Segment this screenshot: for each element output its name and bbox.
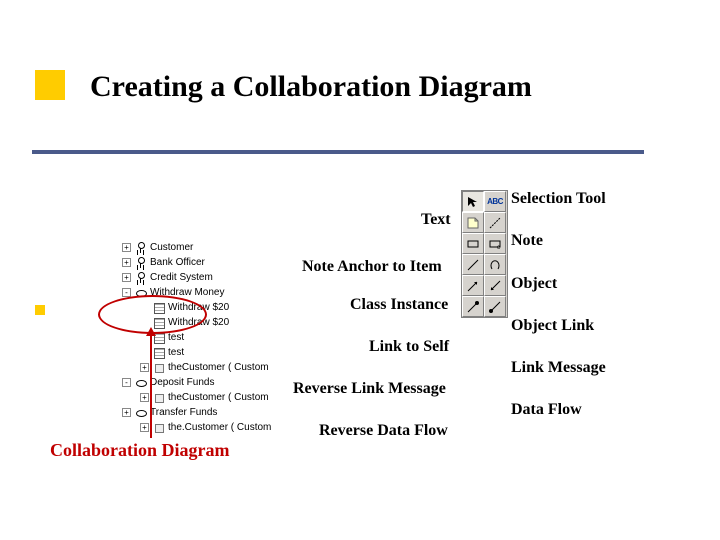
label-object-link: Object Link [511,317,594,335]
tree-item[interactable]: test [110,345,295,360]
oval-icon [135,287,147,299]
collapse-icon[interactable]: - [122,378,131,387]
reverse-link-msg[interactable] [484,275,506,296]
selection-tool[interactable] [462,191,484,212]
label-text: Text [421,211,451,229]
reverse-link-msg-icon [488,279,502,293]
anchor-tool-icon [488,216,502,230]
cube-icon [153,422,165,434]
object-tool-icon [466,237,480,251]
link-message-icon [466,279,480,293]
oval-icon [135,377,147,389]
expand-icon[interactable]: + [122,258,131,267]
expand-icon[interactable]: + [122,273,131,282]
tree-item[interactable]: + Customer [110,240,295,255]
tree-item-label: Customer [150,240,193,255]
label-reverse-link-message: Reverse Link Message [293,380,446,398]
tree-item[interactable]: + Bank Officer [110,255,295,270]
tree-item[interactable]: test [110,330,295,345]
note-tool-icon [466,216,480,230]
diagram-icon [153,347,165,359]
note-tool[interactable] [462,212,484,233]
tree-item[interactable]: + the.Customer ( Custom [110,420,295,435]
expand-icon[interactable]: + [140,363,149,372]
label-reverse-data-flow: Reverse Data Flow [319,422,448,440]
tree-item-label: the.Customer ( Custom [168,420,271,435]
reverse-data-flow[interactable] [484,296,506,317]
diagram-icon [153,302,165,314]
tree-item-label: Withdraw Money [150,285,224,300]
tree-item-label: test [168,330,184,345]
label-class-instance: Class Instance [350,296,448,314]
tree-item[interactable]: + theCustomer ( Custom [110,390,295,405]
accent-block [35,70,65,100]
page-title: Creating a Collaboration Diagram [90,70,532,104]
class-instance[interactable]: c [484,233,506,254]
label-data-flow: Data Flow [511,401,582,419]
object-link[interactable] [462,254,484,275]
toolbox-palette[interactable]: ABC c [461,190,508,318]
tree-item-label: Credit System [150,270,213,285]
tree-item[interactable]: + theCustomer ( Custom [110,360,295,375]
label-object: Object [511,275,557,293]
text-tool[interactable]: ABC [484,191,506,212]
tree-item[interactable]: Withdraw $20 [110,300,295,315]
tree-item-label: Withdraw $20 [168,300,229,315]
text-tool-icon: ABC [487,197,503,206]
label-note: Note [511,232,543,250]
accent-square [35,305,45,315]
class-instance-icon: c [488,237,502,251]
label-link-to-self: Link to Self [369,338,449,356]
actor-icon [135,257,147,269]
expand-icon[interactable]: + [122,408,131,417]
tree-item[interactable]: Withdraw $20 [110,315,295,330]
expand-icon[interactable]: + [140,423,149,432]
callout-caption: Collaboration Diagram [50,440,230,461]
tree-item[interactable]: - Deposit Funds [110,375,295,390]
tree-item-label: theCustomer ( Custom [168,390,269,405]
tree-item-label: Transfer Funds [150,405,217,420]
reverse-data-flow-icon [488,300,502,314]
title-rule [32,150,644,154]
link-to-self-icon [488,258,502,272]
tree-item-label: Bank Officer [150,255,205,270]
expand-icon[interactable]: + [140,393,149,402]
svg-text:c: c [497,245,500,251]
tree-item-label: test [168,345,184,360]
tree-item-label: theCustomer ( Custom [168,360,269,375]
object-link-icon [466,258,480,272]
tree-item[interactable]: - Withdraw Money [110,285,295,300]
callout-arrow [150,330,152,438]
tree-item[interactable]: + Credit System [110,270,295,285]
tree-item-label: Withdraw $20 [168,315,229,330]
data-flow-icon [466,300,480,314]
label-selection-tool: Selection Tool [511,190,606,208]
link-to-self[interactable] [484,254,506,275]
selection-tool-icon [466,195,480,209]
label-note-anchor: Note Anchor to Item [302,258,442,276]
label-link-message: Link Message [511,359,606,377]
actor-icon [135,272,147,284]
actor-icon [135,242,147,254]
oval-icon [135,407,147,419]
collapse-icon[interactable]: - [122,288,131,297]
cube-icon [153,362,165,374]
project-tree[interactable]: + Customer + Bank Officer + Credit System - Wit… [110,240,295,435]
tree-item-label: Deposit Funds [150,375,214,390]
data-flow[interactable] [462,296,484,317]
expand-icon[interactable]: + [122,243,131,252]
link-message[interactable] [462,275,484,296]
cube-icon [153,392,165,404]
tree-item[interactable]: + Transfer Funds [110,405,295,420]
object-tool[interactable] [462,233,484,254]
anchor-tool[interactable] [484,212,506,233]
